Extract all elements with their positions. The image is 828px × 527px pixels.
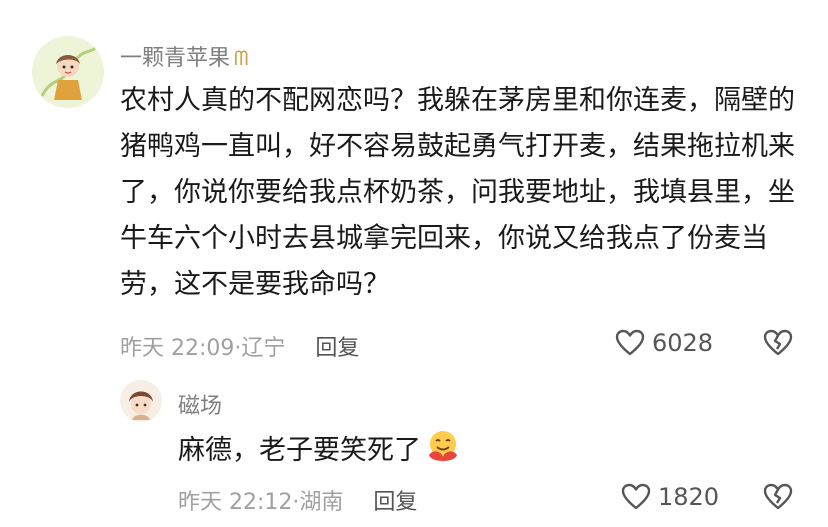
avatar[interactable] [32, 36, 104, 108]
avatar[interactable] [120, 380, 162, 422]
reply-button[interactable]: 回复 [315, 336, 359, 361]
broken-heart-icon [763, 329, 793, 356]
vip-badge-icon: ᗰ [234, 46, 249, 70]
comment-text: 农村人真的不配网恋吗？我躲在茅房里和你连麦，隔壁的猪鸭鸡一直叫，好不容易鼓起勇气… [120, 85, 795, 300]
heart-outline-icon [621, 483, 651, 510]
reply-text: 麻德，老子要笑死了 [178, 428, 461, 474]
comment-meta: 昨天 22:09·辽宁 回复 [120, 330, 359, 362]
like-count: 1820 [658, 483, 720, 511]
dislike-button[interactable] [762, 327, 794, 363]
reply-button[interactable]: 回复 [373, 490, 417, 515]
like-count: 6028 [652, 329, 714, 357]
reply-time: 昨天 22:12 [178, 490, 293, 515]
reply-meta: 昨天 22:12·湖南 回复 [178, 484, 417, 516]
broken-heart-icon [763, 483, 793, 510]
username-text: 磁场 [178, 394, 223, 419]
reply-text-content: 麻德，老子要笑死了 [178, 435, 421, 466]
hug-emoji-icon [429, 431, 457, 461]
username[interactable]: 磁场 [178, 388, 222, 420]
comment-location: 辽宁 [241, 336, 286, 361]
dislike-button[interactable] [762, 481, 794, 517]
heart-outline-icon [615, 329, 645, 356]
like-button[interactable]: 1820 [620, 481, 719, 513]
reply-location: 湖南 [299, 490, 344, 515]
comment-time: 昨天 22:09 [120, 336, 235, 361]
username-text: 一颗青苹果 [120, 46, 231, 71]
username[interactable]: 一颗青苹果 ᗰ [120, 40, 248, 72]
like-button[interactable]: 6028 [614, 327, 713, 359]
